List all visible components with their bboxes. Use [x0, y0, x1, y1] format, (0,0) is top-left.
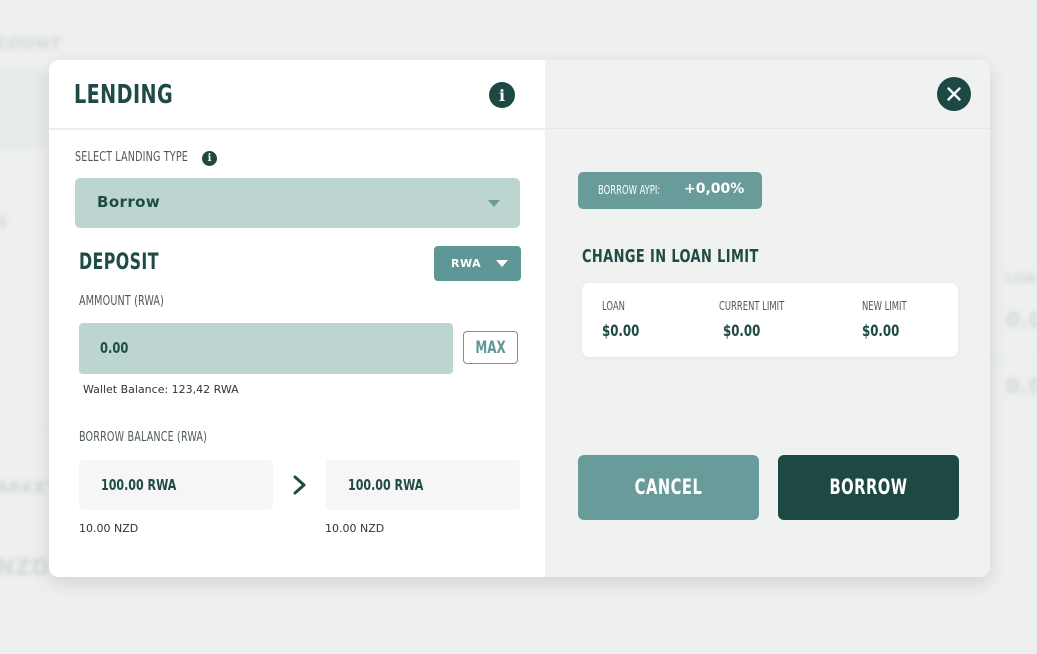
deposit-heading: DEPOSIT: [79, 250, 159, 275]
borrow-apy-badge: BORROW AYPI: +0,00%: [578, 172, 762, 209]
amount-input[interactable]: 0.00: [79, 323, 453, 374]
chevron-down-icon: [488, 200, 500, 207]
borrow-apy-label: BORROW AYPI:: [598, 183, 661, 197]
currency-dropdown[interactable]: RWA: [434, 246, 521, 281]
header-divider: [545, 128, 990, 129]
close-icon[interactable]: [937, 77, 971, 111]
balance-new-value: 100.00 RWA: [348, 476, 424, 494]
currency-label: RWA: [451, 257, 482, 270]
modal-title: LENDING: [74, 80, 174, 110]
max-label: MAX: [475, 338, 506, 358]
info-icon[interactable]: i: [489, 82, 515, 108]
info-icon[interactable]: i: [202, 151, 217, 166]
summary-panel: BORROW AYPI: +0,00% CHANGE IN LOAN LIMIT…: [545, 60, 990, 577]
loan-limit-card: LOAN $0.00 CURRENT LIMIT $0.00 NEW LIMIT…: [582, 283, 958, 357]
select-type-label: SELECT LANDING TYPE: [75, 150, 189, 165]
wallet-balance: Wallet Balance: 123,42 RWA: [83, 383, 239, 396]
lending-modal: LENDING i SELECT LANDING TYPE i Borrow D…: [49, 60, 990, 577]
new-limit-label: NEW LIMIT: [862, 299, 907, 313]
borrow-apy-value: +0,00%: [684, 181, 745, 197]
current-limit-label: CURRENT LIMIT: [719, 299, 785, 313]
lending-form-panel: LENDING i SELECT LANDING TYPE i Borrow D…: [49, 60, 545, 577]
lending-type-select[interactable]: Borrow: [75, 178, 520, 228]
change-limit-heading: CHANGE IN LOAN LIMIT: [582, 246, 759, 267]
current-limit-value: $0.00: [723, 321, 761, 340]
cancel-label: CANCEL: [634, 475, 703, 499]
balance-new: 100.00 RWA: [326, 460, 520, 510]
balance-current: 100.00 RWA: [79, 460, 273, 510]
borrow-balance-label: BORROW BALANCE (RWA): [79, 430, 208, 445]
amount-value: 0.00: [100, 339, 129, 357]
header-divider: [49, 128, 545, 130]
new-limit-value: $0.00: [862, 321, 900, 340]
chevron-down-icon: [496, 260, 508, 267]
amount-label: AMMOUNT (RWA): [79, 294, 165, 309]
loan-value: $0.00: [602, 321, 640, 340]
cancel-button[interactable]: CANCEL: [578, 455, 759, 520]
balance-new-fiat: 10.00 NZD: [325, 522, 385, 535]
balance-current-value: 100.00 RWA: [101, 476, 177, 494]
arrow-right-icon: [292, 473, 308, 501]
loan-label: LOAN: [602, 299, 625, 313]
borrow-button[interactable]: BORROW: [778, 455, 959, 520]
lending-type-value: Borrow: [97, 193, 161, 211]
max-button[interactable]: MAX: [463, 331, 518, 364]
balance-current-fiat: 10.00 NZD: [79, 522, 139, 535]
borrow-label: BORROW: [829, 475, 908, 499]
